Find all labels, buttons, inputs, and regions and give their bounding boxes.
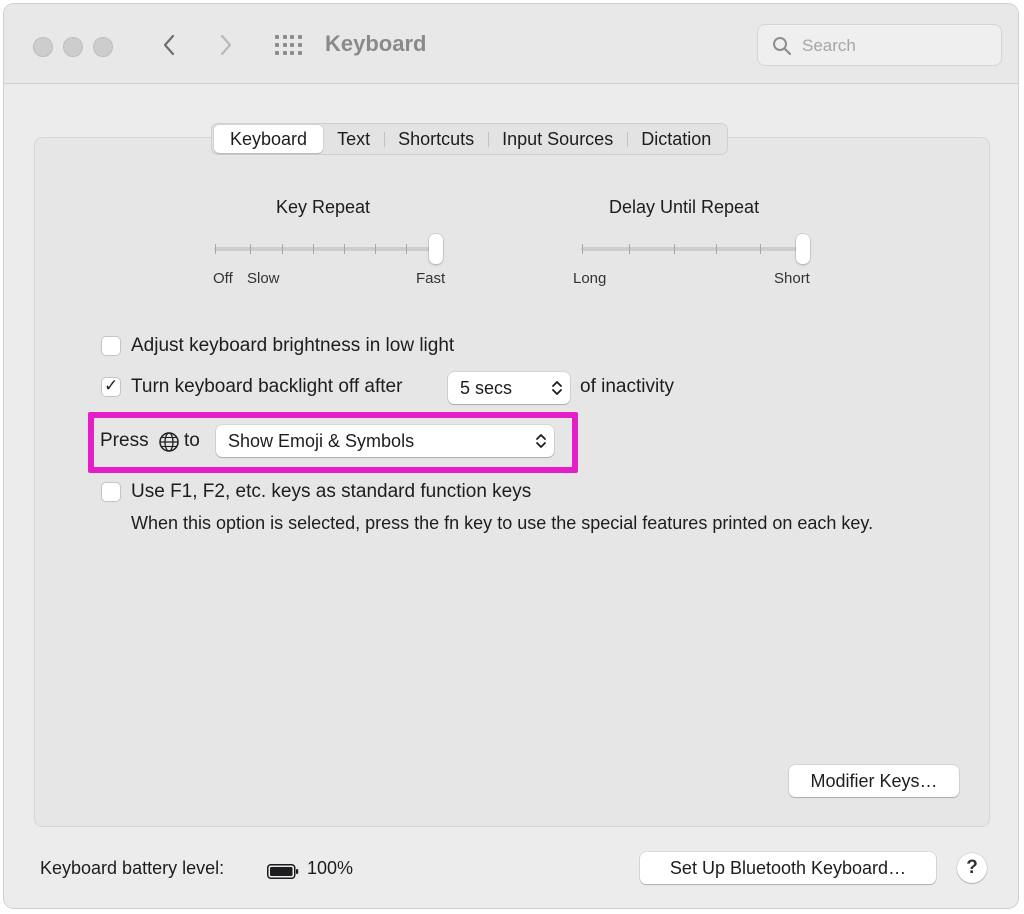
show-all-grid-icon[interactable]: [272, 32, 302, 58]
battery-icon: [267, 864, 299, 879]
function-keys-checkbox[interactable]: [101, 482, 121, 502]
tab-text[interactable]: Text: [323, 125, 384, 153]
tab-bar: Keyboard Text Shortcuts Input Sources Di…: [211, 123, 729, 155]
up-down-chevron-icon: [552, 381, 562, 395]
globe-key-action-popup[interactable]: Show Emoji & Symbols: [216, 425, 554, 457]
key-repeat-tick: [375, 244, 376, 254]
delay-tick: [760, 244, 761, 254]
tab-shortcuts[interactable]: Shortcuts: [384, 125, 488, 153]
delay-long-label: Long: [573, 270, 607, 287]
backlight-off-checkbox[interactable]: ✓: [101, 376, 121, 397]
tab-dictation[interactable]: Dictation: [627, 125, 725, 153]
key-repeat-tick: [406, 244, 407, 254]
function-keys-description: When this option is selected, press the …: [131, 513, 874, 533]
backlight-timeout-popup[interactable]: 5 secs: [448, 372, 570, 404]
keyboard-preferences-window: Keyboard Keyboard Text Shortcuts Input S…: [3, 3, 1019, 909]
key-repeat-tick: [215, 244, 216, 254]
delay-tick: [716, 244, 717, 254]
delay-tick: [674, 244, 675, 254]
delay-track: [581, 247, 809, 251]
chevron-right-icon: [220, 34, 232, 56]
key-repeat-tick: [250, 244, 251, 254]
back-button[interactable]: [154, 30, 184, 60]
battery-level-value: 100%: [307, 858, 354, 878]
search-input[interactable]: [802, 34, 992, 58]
help-button[interactable]: ?: [957, 853, 987, 883]
globe-icon: [159, 432, 179, 452]
key-repeat-tick: [313, 244, 314, 254]
tab-input-sources[interactable]: Input Sources: [488, 125, 627, 153]
tab-keyboard[interactable]: Keyboard: [214, 125, 324, 153]
forward-button[interactable]: [211, 30, 241, 60]
key-repeat-fast-label: Fast: [416, 270, 446, 287]
function-keys-label: Use F1, F2, etc. keys as standard functi…: [131, 481, 532, 502]
chevron-left-icon: [163, 34, 175, 56]
key-repeat-tick: [282, 244, 283, 254]
window-title: Keyboard: [325, 31, 427, 56]
delay-tick: [582, 244, 583, 254]
key-repeat-knob[interactable]: [429, 234, 443, 264]
backlight-timeout-value: 5 secs: [460, 378, 513, 398]
title-bar: Keyboard: [4, 4, 1018, 84]
press-label: Press: [100, 430, 149, 451]
minimize-window-button[interactable]: [63, 37, 83, 57]
delay-tick: [629, 244, 630, 254]
inactivity-label: of inactivity: [580, 376, 674, 397]
key-repeat-tick: [344, 244, 345, 254]
to-label: to: [184, 430, 200, 451]
search-field[interactable]: [757, 24, 1002, 66]
backlight-off-label: Turn keyboard backlight off after: [131, 376, 403, 397]
zoom-window-button[interactable]: [93, 37, 113, 57]
close-window-button[interactable]: [33, 37, 53, 57]
key-repeat-slow-label: Slow: [247, 270, 280, 287]
checkmark-icon: ✓: [104, 376, 119, 395]
adjust-brightness-checkbox[interactable]: [101, 336, 121, 356]
delay-until-repeat-title: Delay Until Repeat: [609, 197, 760, 217]
delay-knob[interactable]: [796, 234, 810, 264]
up-down-chevron-icon: [536, 434, 546, 448]
set-up-bluetooth-keyboard-button[interactable]: Set Up Bluetooth Keyboard…: [640, 852, 936, 884]
modifier-keys-button[interactable]: Modifier Keys…: [789, 765, 959, 797]
adjust-brightness-label: Adjust keyboard brightness in low light: [131, 335, 455, 356]
globe-key-action-value: Show Emoji & Symbols: [228, 431, 415, 451]
delay-short-label: Short: [774, 270, 810, 287]
search-icon: [773, 37, 792, 56]
key-repeat-off-label: Off: [213, 270, 233, 287]
key-repeat-title: Key Repeat: [276, 197, 371, 217]
battery-level-label: Keyboard battery level:: [40, 858, 225, 878]
